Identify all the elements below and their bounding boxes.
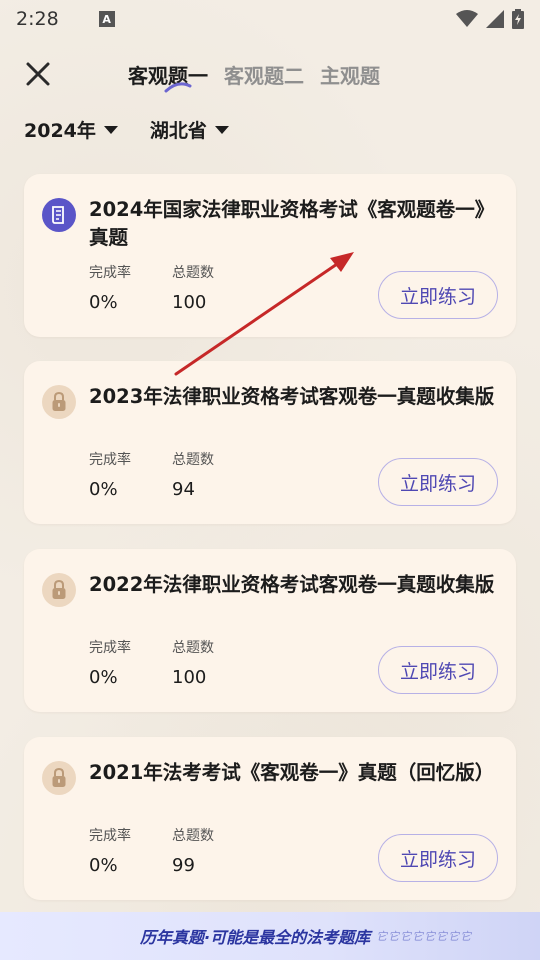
tab-objective-2[interactable]: 客观题二	[224, 60, 304, 89]
total-value: 99	[172, 855, 195, 876]
wifi-icon	[456, 10, 478, 27]
completion-label: 完成率	[89, 452, 131, 468]
practice-button[interactable]: 立即练习	[378, 458, 498, 506]
practice-button[interactable]: 立即练习	[378, 271, 498, 319]
tab-objective-1[interactable]: 客观题一	[128, 60, 208, 93]
completion-label: 完成率	[89, 828, 131, 844]
exam-card[interactable]: 2021年法考考试《客观卷一》真题（回忆版） 完成率 总题数 0% 99 立即练…	[24, 737, 516, 900]
banner-watermark: 它它它它它它它它	[376, 930, 473, 943]
close-button[interactable]	[22, 58, 54, 90]
battery-icon	[512, 9, 524, 29]
exam-card[interactable]: 2023年法律职业资格考试客观卷一真题收集版 完成率 总题数 0% 94 立即练…	[24, 361, 516, 524]
status-time: 2:28	[16, 8, 59, 30]
close-icon	[26, 62, 50, 86]
completion-value: 0%	[89, 667, 118, 688]
caret-down-icon	[103, 125, 118, 134]
banner-text: 历年真题·可能是最全的法考题库	[140, 928, 371, 947]
tab-bar: 客观题一 客观题二 主观题	[128, 60, 380, 93]
notification-a-icon: A	[98, 11, 115, 27]
exam-title: 2024年国家法律职业资格考试《客观题卷一》真题	[89, 198, 495, 249]
tab-subjective[interactable]: 主观题	[320, 60, 380, 89]
province-value: 湖北省	[149, 120, 207, 142]
total-label: 总题数	[172, 828, 214, 844]
total-value: 100	[172, 292, 207, 313]
lock-icon	[42, 385, 76, 419]
completion-label: 完成率	[89, 265, 131, 281]
year-value: 2024年	[24, 120, 96, 142]
completion-value: 0%	[89, 479, 118, 500]
top-nav: 客观题一 客观题二 主观题	[0, 52, 540, 98]
practice-button[interactable]: 立即练习	[378, 834, 498, 882]
completion-value: 0%	[89, 855, 118, 876]
exam-title: 2021年法考考试《客观卷一》真题（回忆版）	[89, 761, 495, 784]
total-label: 总题数	[172, 265, 214, 281]
practice-button[interactable]: 立即练习	[378, 646, 498, 694]
filter-bar: 2024年 湖北省	[24, 116, 229, 143]
active-tab-indicator	[164, 82, 192, 93]
lock-icon	[42, 761, 76, 795]
document-icon	[42, 198, 76, 232]
total-label: 总题数	[172, 452, 214, 468]
lock-icon	[42, 573, 76, 607]
completion-label: 完成率	[89, 640, 131, 656]
signal-icon	[486, 10, 504, 28]
year-dropdown[interactable]: 2024年	[24, 116, 118, 143]
status-bar: 2:28 A	[0, 0, 540, 38]
caret-down-icon	[214, 125, 229, 134]
total-value: 94	[172, 479, 195, 500]
province-dropdown[interactable]: 湖北省	[150, 116, 229, 143]
exam-card[interactable]: 2024年国家法律职业资格考试《客观题卷一》真题 完成率 总题数 0% 100 …	[24, 174, 516, 337]
status-icons	[456, 9, 524, 29]
total-label: 总题数	[172, 640, 214, 656]
completion-value: 0%	[89, 292, 118, 313]
exam-title: 2022年法律职业资格考试客观卷一真题收集版	[89, 573, 495, 596]
exam-card[interactable]: 2022年法律职业资格考试客观卷一真题收集版 完成率 总题数 0% 100 立即…	[24, 549, 516, 712]
exam-title: 2023年法律职业资格考试客观卷一真题收集版	[89, 385, 495, 408]
total-value: 100	[172, 667, 207, 688]
promo-banner[interactable]: 历年真题·可能是最全的法考题库 它它它它它它它它	[0, 912, 540, 960]
